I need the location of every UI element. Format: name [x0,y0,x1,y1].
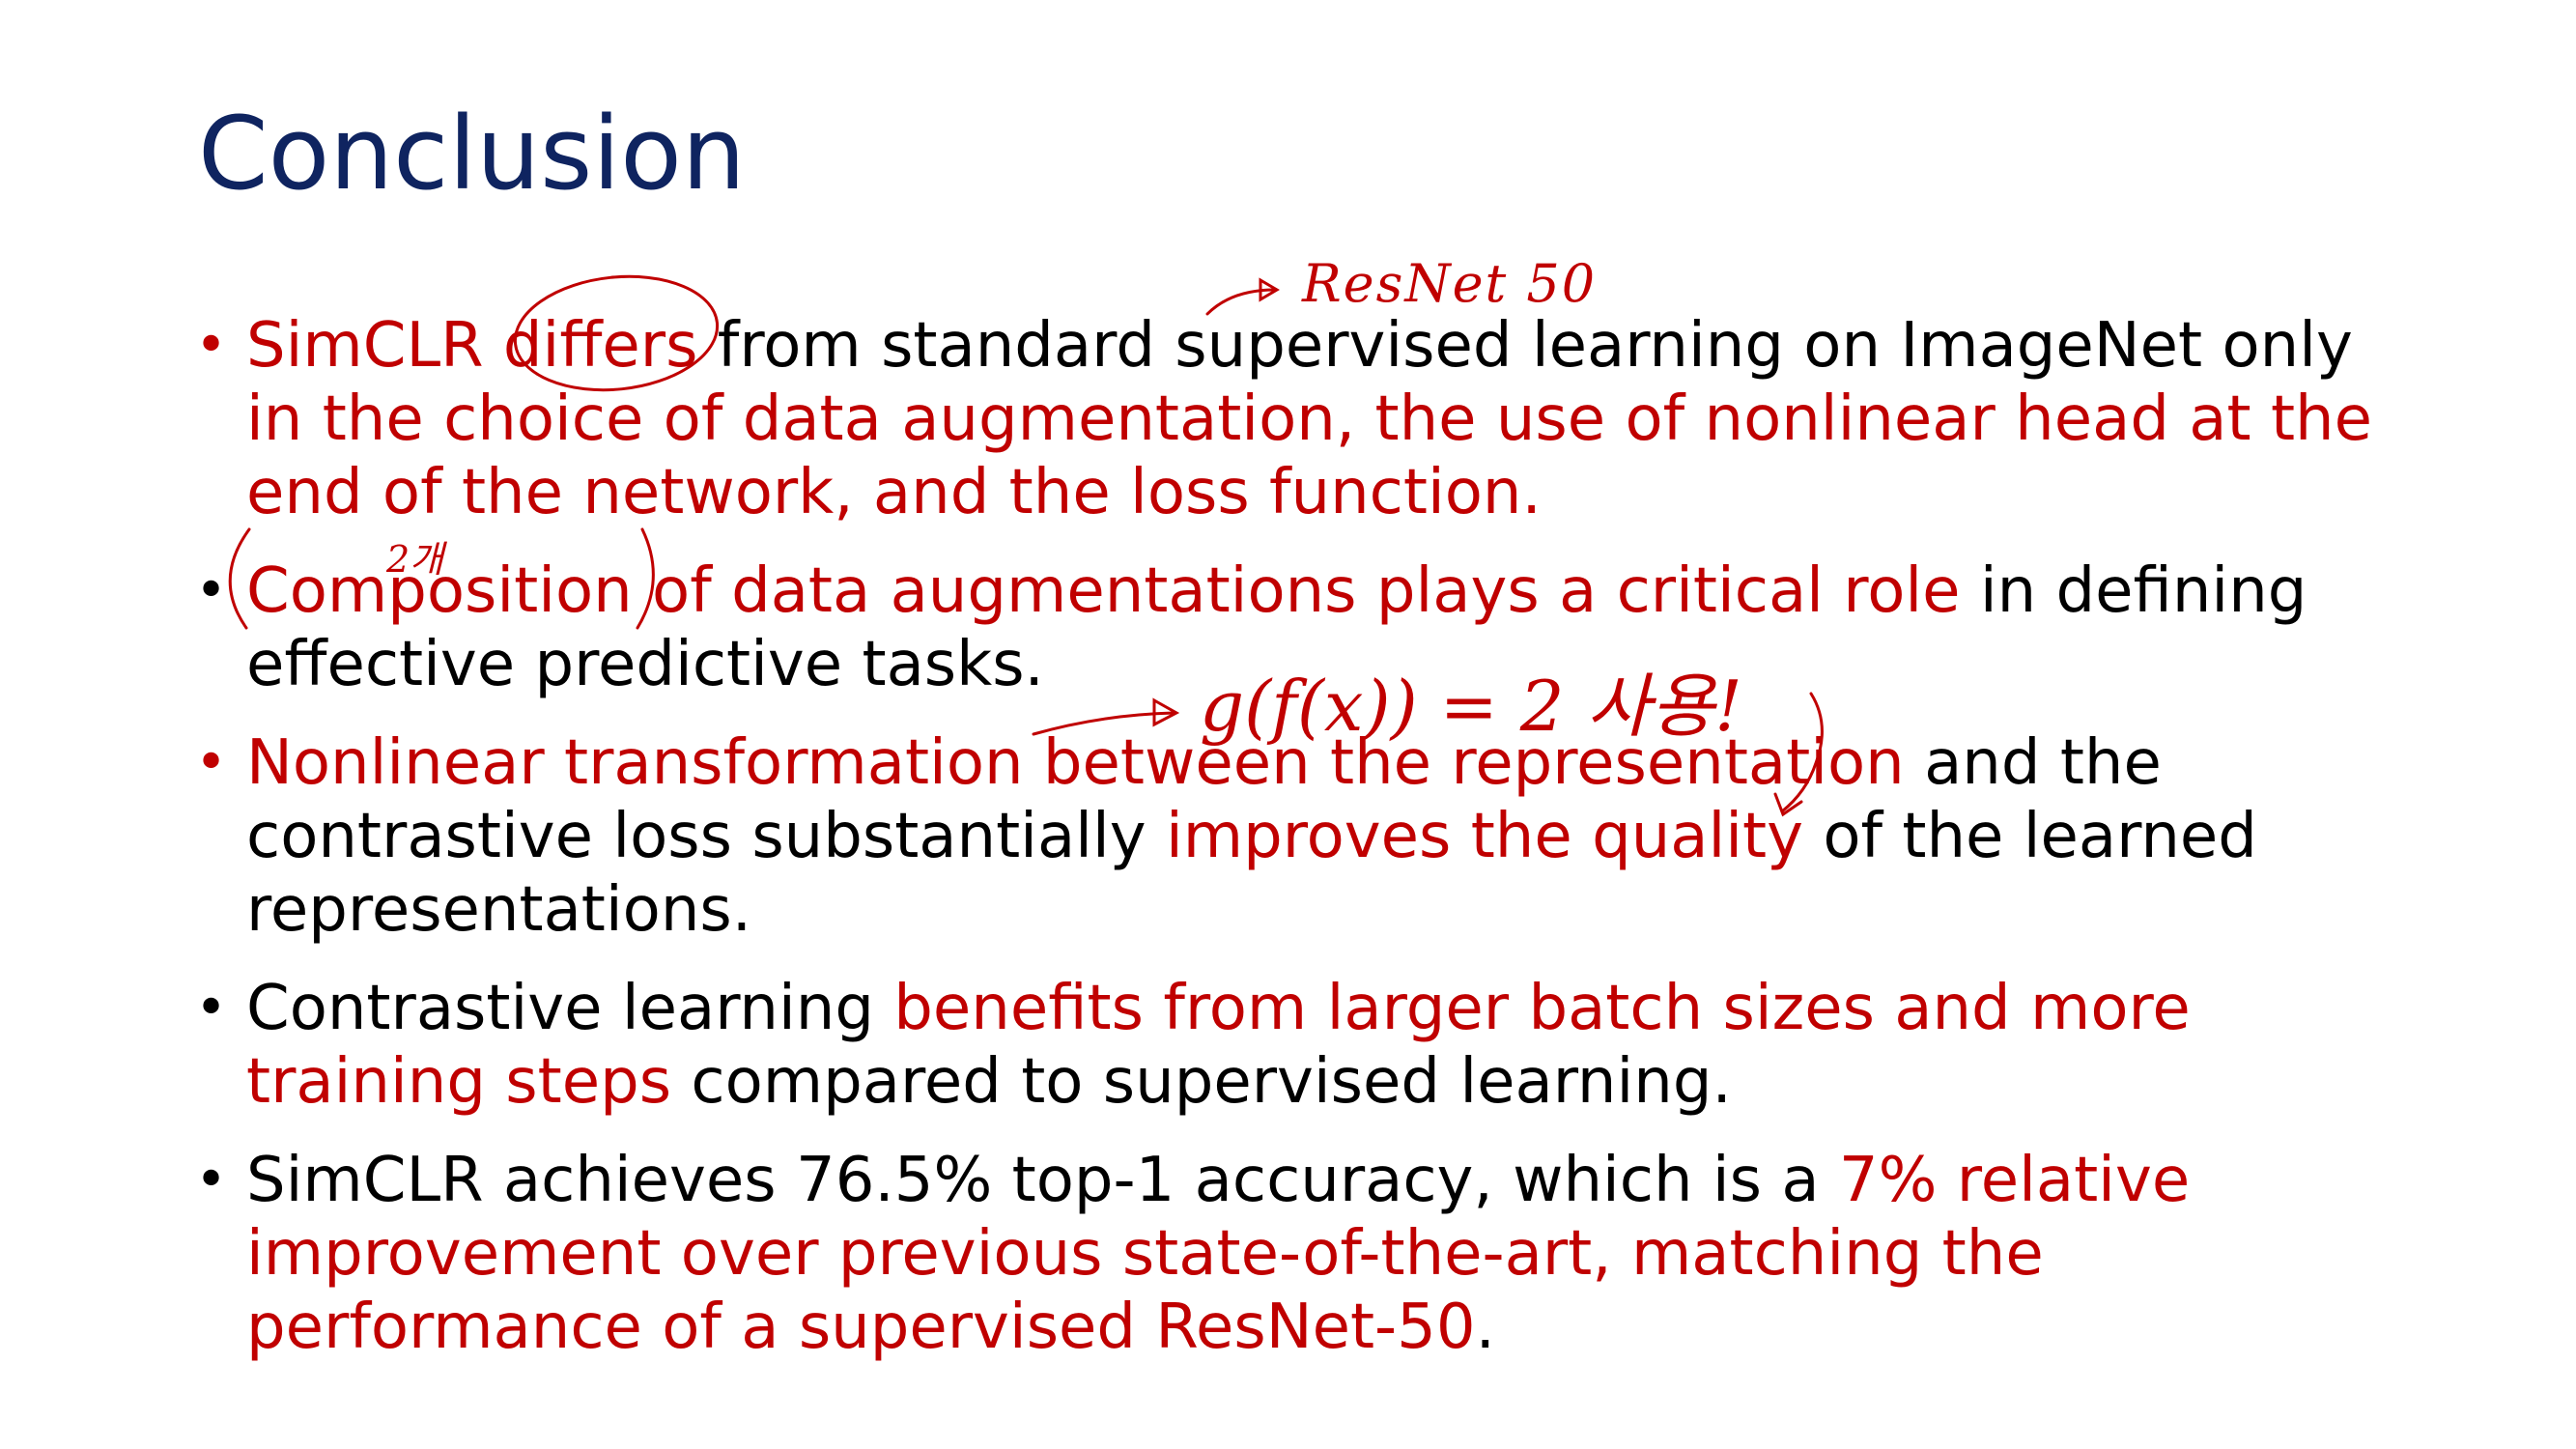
bullet-segment: compared to supervised learning. [671,1046,1732,1118]
bullet-segment: in the choice of data augmentation, the … [246,384,2372,528]
slide-title: Conclusion [198,95,746,213]
annotation-resnet: ResNet 50 [1302,253,1598,314]
bullet-marker: • [195,731,228,794]
bullet-marker: • [195,1149,228,1211]
bullet-segment: improves the quality [1165,801,1803,872]
annotation-composition: 2개 [386,538,444,581]
bullet-marker: • [195,977,228,1039]
bullet-segment: Composition of data augmentations plays … [246,555,1961,627]
bullet-segment: SimCLR differs [246,310,698,382]
bullet-segment: SimCLR achieves 76.5% top-1 accuracy, wh… [246,1145,1839,1216]
bullet-item: • SimCLR achieves 76.5% top-1 accuracy, w… [193,1144,2415,1364]
bullet-list: • SimCLR differs from standard supervised… [193,309,2415,1389]
bullet-marker: • [195,314,228,377]
bullet-marker: • [195,559,228,622]
bullet-item: • SimCLR differs from standard supervised… [193,309,2415,529]
arrowhead-resnet [1259,277,1280,302]
bullet-segment: from standard supervised learning on Ima… [697,310,2353,382]
bullet-item: • Nonlinear transformation between the re… [193,726,2415,947]
bullet-item: • Contrastive learning benefits from larg… [193,972,2415,1119]
annotation-gfx: g(f(x)) = 2 사용! [1200,666,1742,747]
slide: Conclusion • SimCLR differs from standard… [0,0,2576,1449]
bullet-segment: Contrastive learning [246,973,894,1044]
bullet-segment: . [1475,1292,1495,1363]
